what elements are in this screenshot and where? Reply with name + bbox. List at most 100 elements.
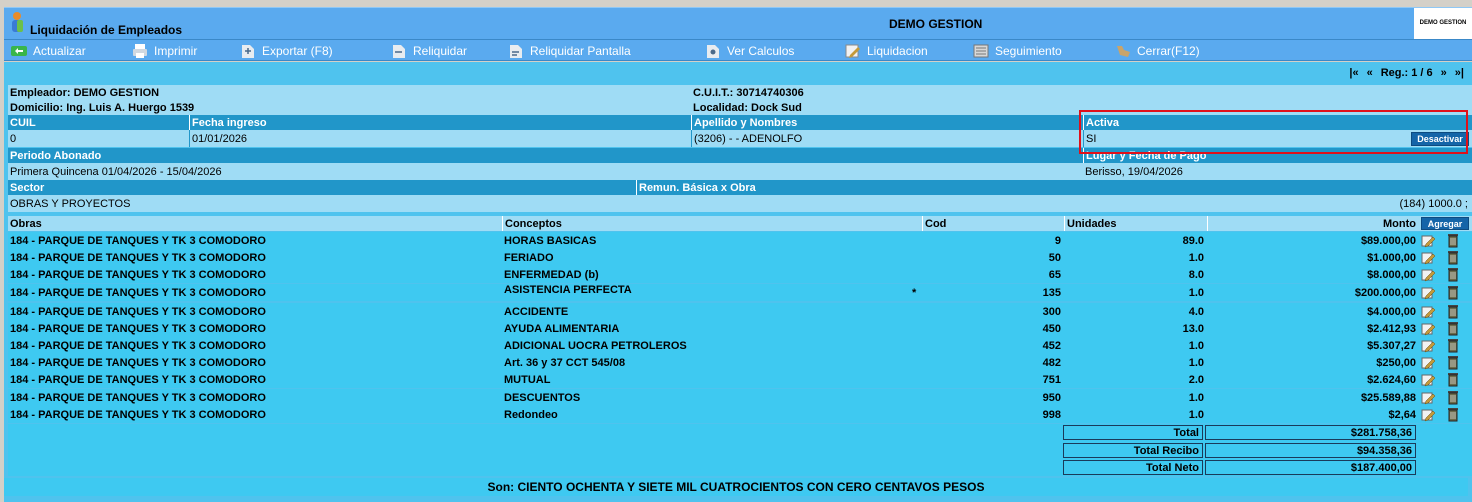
monto-cell: $1.000,00: [1367, 251, 1416, 264]
reliquidar-pantalla-button[interactable]: Reliquidar Pantalla: [507, 42, 631, 60]
edit-row-icon[interactable]: [1421, 304, 1435, 319]
agregar-button[interactable]: Agregar: [1421, 217, 1469, 230]
tracking-icon: [973, 44, 989, 58]
table-row: 184 - PARQUE DE TANQUES Y TK 3 COMODORO F…: [8, 249, 1472, 266]
nav-prev-button[interactable]: «: [1367, 67, 1373, 79]
imprimir-button[interactable]: Imprimir: [131, 42, 197, 60]
actualizar-button[interactable]: Actualizar: [10, 42, 86, 60]
company-title: DEMO GESTION: [889, 17, 983, 31]
concepto-cell: Art. 36 y 37 CCT 545/08: [504, 356, 626, 369]
cod-cell: 452: [1042, 339, 1061, 352]
concepto-cell: Redondeo: [504, 408, 558, 421]
edit-row-icon[interactable]: [1421, 338, 1435, 353]
mark-cell: [910, 337, 922, 354]
obra-cell: 184 - PARQUE DE TANQUES Y TK 3 COMODORO: [10, 286, 266, 299]
edit-row-icon[interactable]: [1421, 267, 1435, 282]
edit-row-icon[interactable]: [1421, 390, 1435, 405]
edit-row-icon[interactable]: [1421, 285, 1435, 300]
unidades-cell: 1.0: [1188, 286, 1204, 299]
delete-row-icon[interactable]: [1446, 233, 1460, 248]
export-icon: [242, 45, 254, 58]
periodo-header: Periodo Abonado: [10, 149, 102, 162]
unidades-header: Unidades: [1064, 216, 1207, 231]
edit-icon: [845, 44, 860, 58]
edit-row-icon[interactable]: [1421, 372, 1435, 387]
seguimiento-button[interactable]: Seguimiento: [972, 42, 1062, 60]
unidades-cell: 2.0: [1188, 373, 1204, 386]
edit-row-icon[interactable]: [1421, 233, 1435, 248]
total-recibo-label: Total Recibo: [1063, 443, 1203, 458]
apellido-value: (3206) - - ADENOLFO: [691, 130, 1083, 147]
concepto-cell: MUTUAL: [504, 373, 551, 386]
cod-cell: 751: [1042, 373, 1061, 386]
delete-row-icon[interactable]: [1446, 407, 1460, 422]
unidades-cell: 13.0: [1182, 322, 1204, 335]
obra-cell: 184 - PARQUE DE TANQUES Y TK 3 COMODORO: [10, 305, 266, 318]
cod-cell: 9: [1054, 234, 1061, 247]
actualizar-label: Actualizar: [33, 44, 86, 58]
table-row: 184 - PARQUE DE TANQUES Y TK 3 COMODORO R…: [8, 406, 1472, 423]
refresh-icon: [11, 46, 27, 56]
table-row: 184 - PARQUE DE TANQUES Y TK 3 COMODORO A…: [8, 320, 1472, 337]
liquidacion-button[interactable]: Liquidacion: [844, 42, 928, 60]
obra-cell: 184 - PARQUE DE TANQUES Y TK 3 COMODORO: [10, 408, 266, 421]
fecha-ingreso-header: Fecha ingreso: [189, 115, 691, 130]
mark-cell: [910, 266, 922, 283]
toolbar: Actualizar Imprimir Exportar (F8) Reliqu…: [4, 39, 1472, 61]
delete-row-icon[interactable]: [1446, 250, 1460, 265]
mark-cell: [910, 320, 922, 337]
delete-row-icon[interactable]: [1446, 338, 1460, 353]
reliquidar-pantalla-label: Reliquidar Pantalla: [530, 44, 631, 58]
exportar-button[interactable]: Exportar (F8): [239, 42, 333, 60]
nav-next-button[interactable]: »: [1441, 67, 1447, 79]
nav-first-button[interactable]: |«: [1349, 67, 1358, 79]
sector-label: Sector: [10, 181, 45, 194]
liquidacion-label: Liquidacion: [867, 44, 928, 58]
monto-cell: $200.000,00: [1354, 286, 1416, 299]
unidades-cell: 1.0: [1188, 391, 1204, 404]
delete-row-icon[interactable]: [1446, 321, 1460, 336]
print-icon: [133, 44, 147, 58]
edit-row-icon[interactable]: [1421, 250, 1435, 265]
total-neto-label: Total Neto: [1063, 460, 1203, 475]
cuil-value: 0: [10, 132, 17, 145]
cod-cell: 135: [1042, 286, 1061, 299]
reliquidar-label: Reliquidar: [413, 44, 468, 58]
record-counter: Reg.: 1 / 6: [1380, 67, 1433, 79]
cod-cell: 950: [1042, 391, 1061, 404]
periodo-value: Primera Quincena 01/04/2026 - 15/04/2026: [10, 165, 222, 178]
ver-calculos-label: Ver Calculos: [727, 44, 795, 58]
nav-last-button[interactable]: »|: [1455, 67, 1464, 79]
delete-row-icon[interactable]: [1446, 372, 1460, 387]
table-row: 184 - PARQUE DE TANQUES Y TK 3 COMODORO A…: [8, 337, 1472, 354]
edit-row-icon[interactable]: [1421, 407, 1435, 422]
period-values: Primera Quincena 01/04/2026 - 15/04/2026…: [8, 163, 1472, 180]
mark-cell: [910, 303, 922, 320]
delete-row-icon[interactable]: [1446, 390, 1460, 405]
activa-highlight-frame: [1079, 110, 1468, 154]
monto-cell: $250,00: [1376, 356, 1416, 369]
mark-cell: [910, 389, 922, 406]
delete-row-icon[interactable]: [1446, 267, 1460, 282]
cerrar-label: Cerrar(F12): [1137, 44, 1200, 58]
delete-row-icon[interactable]: [1446, 304, 1460, 319]
mark-cell: [910, 406, 922, 423]
cod-cell: 482: [1042, 356, 1061, 369]
delete-row-icon[interactable]: [1446, 285, 1460, 300]
edit-row-icon[interactable]: [1421, 321, 1435, 336]
reliquidar-button[interactable]: Reliquidar: [390, 42, 467, 60]
imprimir-label: Imprimir: [154, 44, 198, 58]
ver-calculos-button[interactable]: Ver Calculos: [704, 42, 794, 60]
cuit-text: C.U.I.T.: 30714740306: [693, 86, 804, 99]
edit-row-icon[interactable]: [1421, 355, 1435, 370]
monto-cell: $2.412,93: [1367, 322, 1416, 335]
obra-cell: 184 - PARQUE DE TANQUES Y TK 3 COMODORO: [10, 322, 266, 335]
remun-label: Remun. Básica x Obra: [636, 180, 1472, 195]
delete-row-icon[interactable]: [1446, 355, 1460, 370]
record-nav-row: |« « Reg.: 1 / 6 » »|: [8, 62, 1472, 85]
table-row: 184 - PARQUE DE TANQUES Y TK 3 COMODORO A…: [8, 284, 1472, 301]
cerrar-button[interactable]: Cerrar(F12): [1114, 42, 1200, 60]
lugar-value: Berisso, 19/04/2026: [1085, 165, 1183, 178]
concepto-cell: FERIADO: [504, 251, 554, 264]
close-icon: [1117, 46, 1130, 57]
